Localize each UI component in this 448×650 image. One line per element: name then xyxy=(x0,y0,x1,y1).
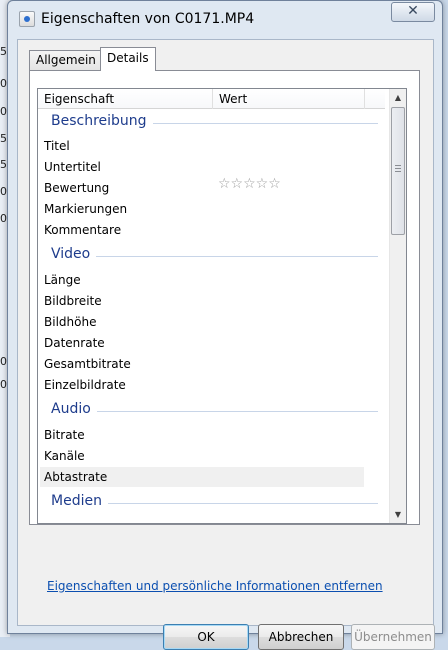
group-header-video[interactable]: Video xyxy=(38,246,378,266)
group-header-media[interactable]: Medien xyxy=(38,493,378,513)
property-frame-height[interactable]: Bildhöhe xyxy=(44,315,96,329)
group-header-description[interactable]: Beschreibung xyxy=(38,113,378,133)
window-title: Eigenschaften von C0171.MP4 xyxy=(41,11,255,27)
group-divider xyxy=(93,411,378,412)
group-divider xyxy=(103,503,378,504)
column-divider[interactable] xyxy=(212,89,213,109)
property-bitrate[interactable]: Bitrate xyxy=(44,428,85,442)
column-divider[interactable] xyxy=(364,89,365,109)
list-header: Eigenschaft Wert xyxy=(38,89,385,109)
property-total-bitrate[interactable]: Gesamtbitrate xyxy=(44,357,131,371)
remove-properties-link[interactable]: Eigenschaften und persönliche Informatio… xyxy=(47,579,383,593)
title-bar[interactable]: Eigenschaften von C0171.MP4 ✕ xyxy=(8,1,442,39)
rating-stars[interactable]: ☆☆☆☆☆ xyxy=(218,176,281,192)
video-file-icon xyxy=(19,11,35,27)
property-tags[interactable]: Markierungen xyxy=(44,202,127,216)
scroll-down-arrow-icon[interactable]: ▼ xyxy=(390,506,406,523)
cancel-button[interactable]: Abbrechen xyxy=(258,624,344,650)
group-label: Medien xyxy=(51,493,108,509)
property-data-rate[interactable]: Datenrate xyxy=(44,336,105,350)
properties-dialog: Eigenschaften von C0171.MP4 ✕ Allgemein … xyxy=(7,0,443,650)
property-channels[interactable]: Kanäle xyxy=(44,449,85,463)
group-divider xyxy=(148,123,378,124)
property-sample-rate[interactable]: Abtastrate xyxy=(44,470,107,484)
property-length[interactable]: Länge xyxy=(44,273,81,287)
property-subtitle[interactable]: Untertitel xyxy=(44,160,101,174)
tab-general[interactable]: Allgemein xyxy=(29,50,103,70)
group-label: Video xyxy=(51,246,97,262)
property-list[interactable]: Eigenschaft Wert Beschreibung Titel Unte… xyxy=(37,88,407,524)
group-label: Beschreibung xyxy=(51,113,153,129)
property-rating[interactable]: Bewertung xyxy=(44,181,109,195)
close-button[interactable]: ✕ xyxy=(391,2,435,22)
scrollbar-thumb[interactable] xyxy=(391,107,405,235)
ok-button[interactable]: OK xyxy=(163,624,249,650)
property-frame-rate[interactable]: Einzelbildrate xyxy=(44,378,126,392)
grip-icon xyxy=(395,165,401,172)
dialog-body: Allgemein Details Eigenschaft Wert Besch… xyxy=(17,39,435,650)
scroll-up-arrow-icon[interactable]: ▲ xyxy=(390,89,406,106)
property-frame-width[interactable]: Bildbreite xyxy=(44,294,102,308)
column-header-value[interactable]: Wert xyxy=(219,92,247,106)
group-header-audio[interactable]: Audio xyxy=(38,401,378,421)
tab-details[interactable]: Details xyxy=(100,47,156,71)
property-comments[interactable]: Kommentare xyxy=(44,223,121,237)
group-divider xyxy=(93,256,378,257)
group-label: Audio xyxy=(51,401,97,417)
property-title[interactable]: Titel xyxy=(44,139,70,153)
column-header-property[interactable]: Eigenschaft xyxy=(44,92,114,106)
vertical-scrollbar[interactable]: ▲ ▼ xyxy=(389,89,406,523)
apply-button[interactable]: Übernehmen xyxy=(351,624,435,650)
